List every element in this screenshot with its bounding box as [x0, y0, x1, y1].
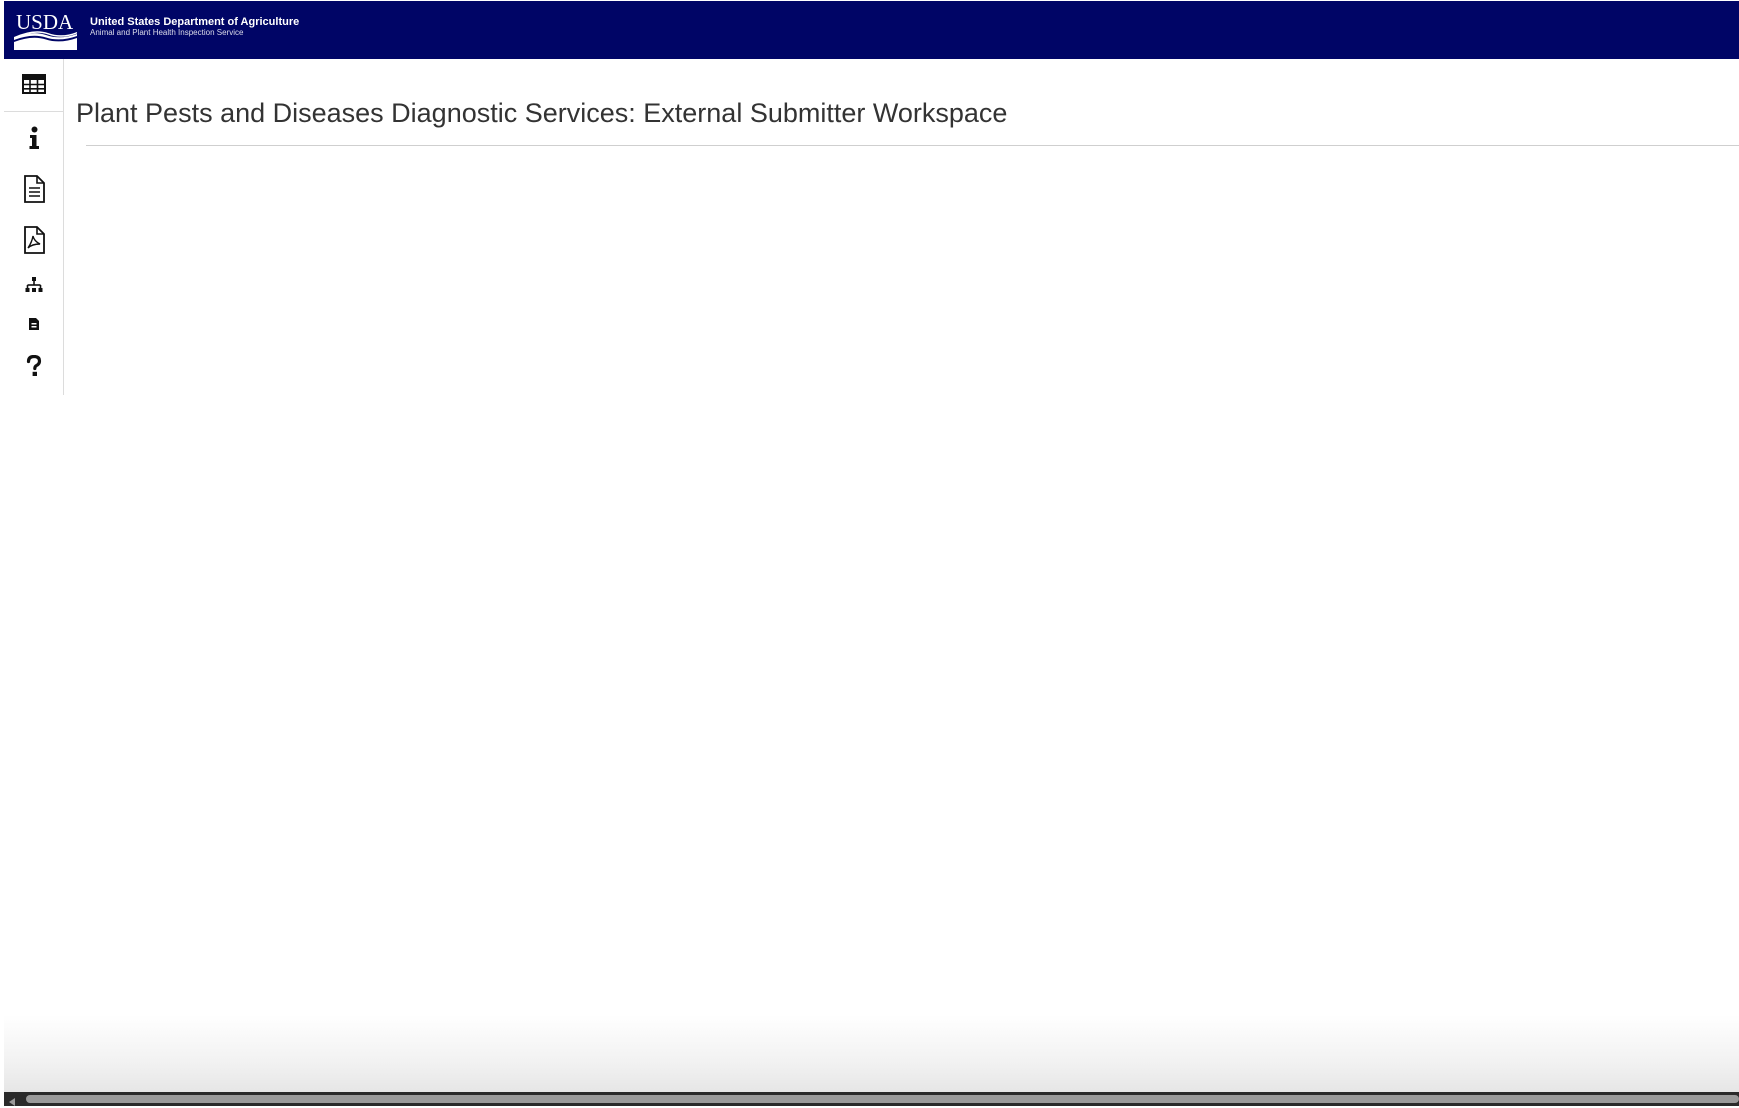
top-banner: USDA United States Department of Agricul…	[4, 1, 1739, 59]
page: USDA United States Department of Agricul…	[0, 0, 1739, 1108]
table-icon[interactable]	[4, 66, 63, 102]
pdf-icon[interactable]	[4, 222, 63, 258]
page-title: Plant Pests and Diseases Diagnostic Serv…	[76, 98, 1008, 128]
bottom-shadow	[4, 1015, 1739, 1092]
scrollbar-thumb[interactable]	[26, 1095, 1739, 1103]
agency-name: United States Department of Agriculture	[90, 16, 300, 28]
question-icon[interactable]	[4, 349, 63, 383]
horizontal-scrollbar[interactable]	[4, 1092, 1739, 1106]
usda-logo[interactable]: USDA	[14, 8, 77, 50]
svg-text:USDA: USDA	[16, 10, 74, 34]
file-badge-icon[interactable]	[4, 311, 63, 337]
sidebar-divider	[4, 111, 63, 112]
sidebar	[4, 59, 64, 395]
agency-text: United States Department of Agriculture …	[90, 17, 299, 37]
title-divider	[86, 145, 1739, 146]
info-icon[interactable]	[4, 121, 63, 155]
sitemap-icon[interactable]	[4, 271, 63, 299]
left-arrow-icon[interactable]	[6, 1094, 18, 1106]
document-icon[interactable]	[4, 171, 63, 207]
agency-subname: Animal and Plant Health Inspection Servi…	[90, 28, 244, 37]
